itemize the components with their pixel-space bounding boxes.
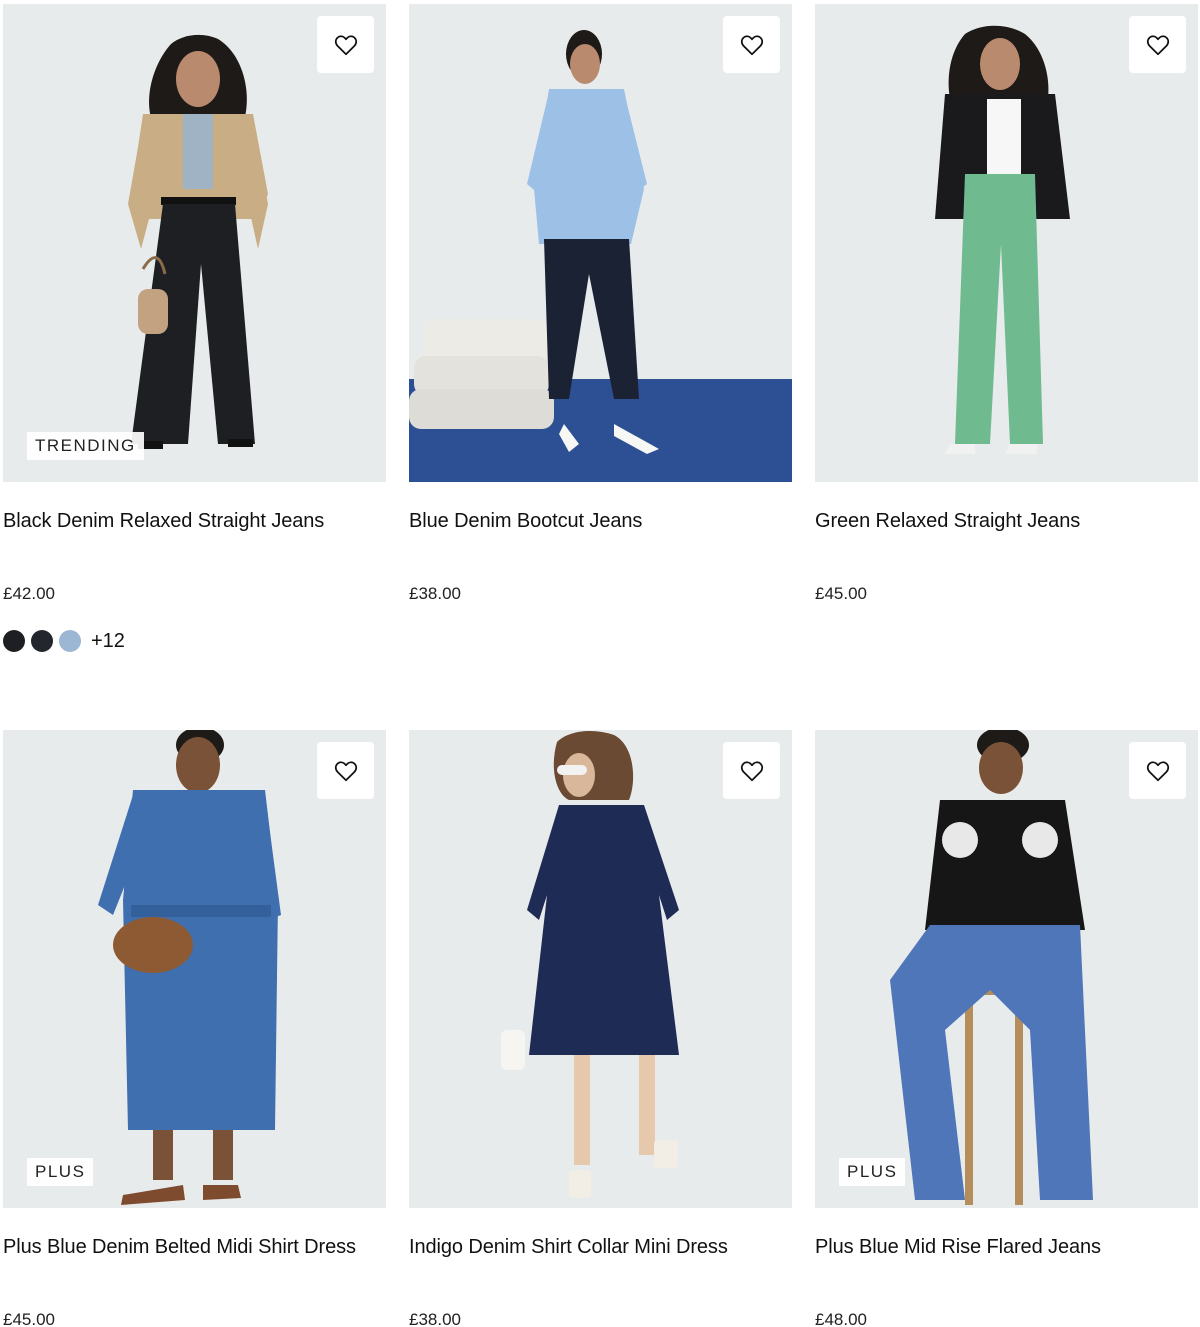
product-card[interactable]: Blue Denim Bootcut Jeans £38.00 bbox=[409, 4, 792, 603]
product-photo bbox=[815, 4, 1198, 482]
product-card[interactable]: TRENDING Black Denim Relaxed Straight Je… bbox=[3, 4, 386, 652]
plus-badge: PLUS bbox=[839, 1158, 906, 1186]
product-price: £38.00 bbox=[409, 584, 461, 603]
product-image-link[interactable] bbox=[815, 4, 1198, 482]
product-price: £45.00 bbox=[815, 584, 867, 603]
trending-badge: TRENDING bbox=[27, 432, 144, 460]
product-image-link[interactable]: PLUS bbox=[3, 730, 386, 1208]
heart-outline-icon bbox=[740, 34, 763, 55]
heart-outline-icon bbox=[1146, 760, 1169, 781]
product-title[interactable]: Indigo Denim Shirt Collar Mini Dress bbox=[409, 1232, 792, 1262]
product-title[interactable]: Black Denim Relaxed Straight Jeans bbox=[3, 506, 386, 536]
product-image-link[interactable]: PLUS bbox=[815, 730, 1198, 1208]
product-title[interactable]: Plus Blue Denim Belted Midi Shirt Dress bbox=[3, 1232, 386, 1262]
wishlist-button[interactable] bbox=[317, 742, 374, 799]
product-price: £42.00 bbox=[3, 584, 55, 603]
product-price: £48.00 bbox=[815, 1310, 867, 1327]
product-card[interactable]: PLUS Plus Blue Mid Rise Flared Jeans £48… bbox=[815, 730, 1198, 1327]
product-title[interactable]: Plus Blue Mid Rise Flared Jeans bbox=[815, 1232, 1198, 1262]
wishlist-button[interactable] bbox=[723, 742, 780, 799]
heart-outline-icon bbox=[334, 34, 357, 55]
color-swatch-light-blue[interactable] bbox=[59, 630, 81, 652]
more-colors-count[interactable]: +12 bbox=[91, 630, 125, 652]
color-swatch-black[interactable] bbox=[3, 630, 25, 652]
product-card[interactable]: PLUS Plus Blue Denim Belted Midi Shirt D… bbox=[3, 730, 386, 1327]
product-photo bbox=[409, 4, 792, 482]
product-price: £45.00 bbox=[3, 1310, 55, 1327]
product-photo bbox=[409, 730, 792, 1208]
wishlist-button[interactable] bbox=[317, 16, 374, 73]
heart-outline-icon bbox=[334, 760, 357, 781]
product-photo bbox=[3, 730, 386, 1208]
wishlist-button[interactable] bbox=[1129, 742, 1186, 799]
product-price: £38.00 bbox=[409, 1310, 461, 1327]
wishlist-button[interactable] bbox=[723, 16, 780, 73]
color-swatch-navy[interactable] bbox=[31, 630, 53, 652]
heart-outline-icon bbox=[740, 760, 763, 781]
product-photo bbox=[3, 4, 386, 482]
product-title[interactable]: Blue Denim Bootcut Jeans bbox=[409, 506, 792, 536]
product-card[interactable]: Indigo Denim Shirt Collar Mini Dress £38… bbox=[409, 730, 792, 1327]
product-image-link[interactable] bbox=[409, 4, 792, 482]
plus-badge: PLUS bbox=[27, 1158, 94, 1186]
product-image-link[interactable] bbox=[409, 730, 792, 1208]
color-swatches: +12 bbox=[3, 630, 125, 652]
heart-outline-icon bbox=[1146, 34, 1169, 55]
wishlist-button[interactable] bbox=[1129, 16, 1186, 73]
product-card[interactable]: Green Relaxed Straight Jeans £45.00 bbox=[815, 4, 1198, 603]
product-image-link[interactable]: TRENDING bbox=[3, 4, 386, 482]
product-grid: TRENDING Black Denim Relaxed Straight Je… bbox=[0, 0, 1200, 1327]
product-photo bbox=[815, 730, 1198, 1208]
product-title[interactable]: Green Relaxed Straight Jeans bbox=[815, 506, 1198, 536]
